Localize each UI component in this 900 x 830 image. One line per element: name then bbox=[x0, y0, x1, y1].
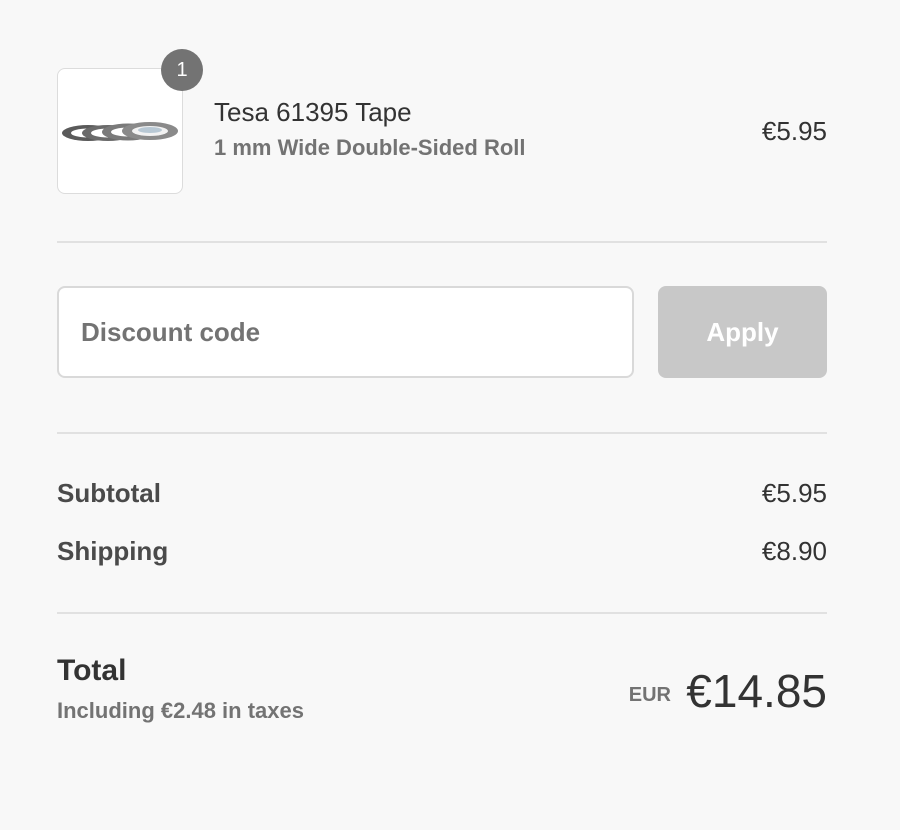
shipping-value: €8.90 bbox=[761, 536, 827, 566]
tape-rolls-image bbox=[62, 122, 178, 141]
discount-code-input[interactable] bbox=[57, 286, 634, 378]
currency-code: EUR bbox=[628, 684, 671, 706]
discount-section: Apply bbox=[57, 243, 827, 432]
shipping-label: Shipping bbox=[57, 536, 169, 566]
order-summary: 1 Tesa 61395 Tape 1 mm Wide Double-Sided… bbox=[57, 0, 827, 764]
product-name: Tesa 61395 Tape bbox=[214, 97, 412, 127]
total-label: Total bbox=[57, 654, 127, 687]
product-variant: 1 mm Wide Double-Sided Roll bbox=[214, 135, 526, 160]
product-price: €5.95 bbox=[761, 116, 827, 146]
product-thumbnail bbox=[57, 68, 183, 194]
quantity-badge: 1 bbox=[161, 49, 203, 91]
cost-breakdown: Subtotal €5.95 Shipping €8.90 bbox=[57, 434, 827, 612]
taxes-note: Including €2.48 in taxes bbox=[57, 698, 304, 723]
total-amount: €14.85 bbox=[686, 665, 827, 717]
subtotal-label: Subtotal bbox=[57, 478, 161, 508]
apply-discount-button[interactable]: Apply bbox=[658, 286, 827, 378]
total-section: Total Including €2.48 in taxes EUR €14.8… bbox=[57, 614, 827, 764]
subtotal-value: €5.95 bbox=[761, 478, 827, 508]
cart-line-item: 1 Tesa 61395 Tape 1 mm Wide Double-Sided… bbox=[57, 0, 827, 241]
